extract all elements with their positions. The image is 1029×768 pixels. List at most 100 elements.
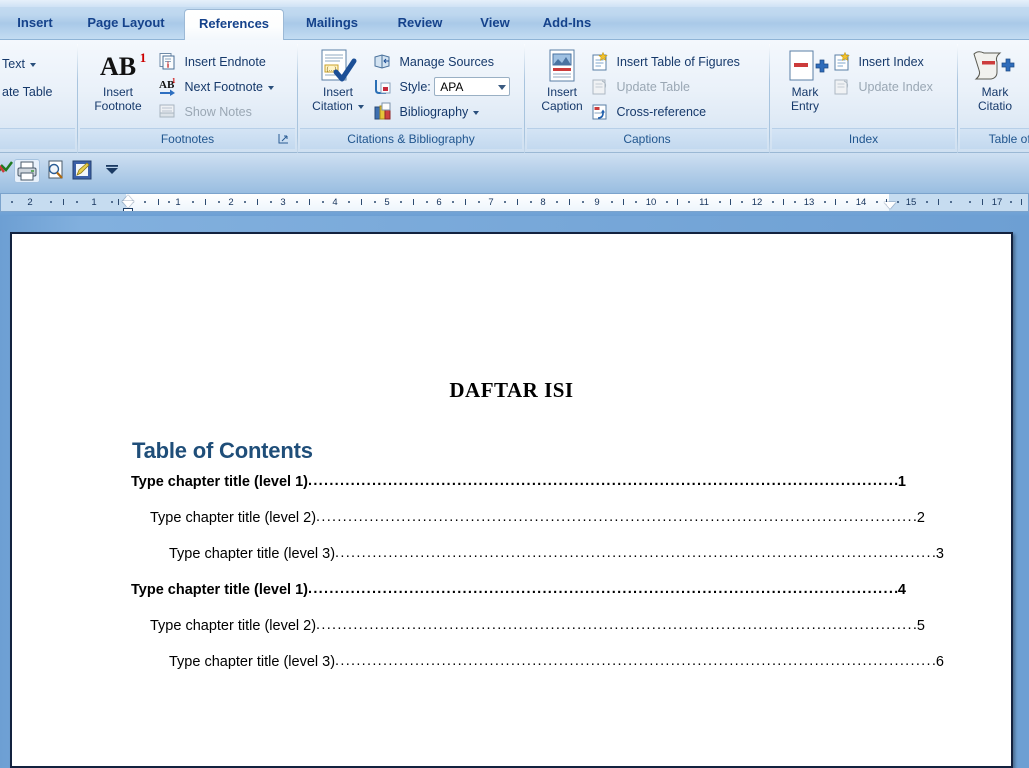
bibliography-label: Bibliography xyxy=(399,105,469,120)
print-preview-button[interactable] xyxy=(44,159,70,183)
tab-mailings-label: Mailings xyxy=(305,15,358,30)
toc-leader-dots: ........................................… xyxy=(308,581,898,597)
bibliography-icon xyxy=(373,102,392,121)
mark-entry-button[interactable]: Mark Entry xyxy=(772,46,838,113)
toc-entry-text: Type chapter title (level 3) xyxy=(169,546,336,562)
add-text-button[interactable]: Text xyxy=(2,52,36,77)
tab-page-layout[interactable]: Page Layout xyxy=(70,9,182,40)
ribbon: Text ate Table ents AB 1 xyxy=(0,40,1029,168)
bibliography-button[interactable]: Bibliography xyxy=(373,100,480,125)
tab-add-ins[interactable]: Add-Ins xyxy=(530,9,604,40)
cross-reference-button[interactable]: Cross-reference xyxy=(590,100,706,125)
toc-entry[interactable]: Type chapter title (level 1) ...........… xyxy=(131,473,906,490)
insert-caption-label-1: Insert xyxy=(546,85,577,99)
chevron-down-icon xyxy=(29,62,36,67)
update-table-toc-button[interactable]: ate Table xyxy=(2,80,53,105)
insert-footnote-button[interactable]: AB 1 Insert Footnote xyxy=(82,46,154,113)
tab-mailings[interactable]: Mailings xyxy=(288,9,376,40)
update-table-toc-label: ate Table xyxy=(2,85,53,100)
toc-entry[interactable]: Type chapter title (level 2) ...........… xyxy=(131,617,925,634)
update-index-label: Update Index xyxy=(858,80,933,95)
chevron-down-icon xyxy=(357,104,364,109)
tab-references-label: References xyxy=(198,16,270,31)
mark-citation-button[interactable]: Mark Citatio xyxy=(962,46,1028,113)
tab-add-ins-label: Add-Ins xyxy=(542,15,592,30)
insert-index-label: Insert Index xyxy=(858,55,924,70)
horizontal-ruler[interactable]: 2 1 1 2 3 4 5 6 7 8 9 10 11 12 13 14 15 … xyxy=(0,193,1029,212)
toc-entry-page: 2 xyxy=(916,510,925,526)
table-of-contents: Type chapter title (level 1) ...........… xyxy=(131,473,944,690)
show-notes-label: Show Notes xyxy=(184,105,252,120)
next-footnote-button[interactable]: AB 1 Next Footnote xyxy=(158,75,274,100)
citation-style-select[interactable]: APA xyxy=(434,77,511,97)
ribbon-group-table-of-authorities: Mark Citatio Table of A xyxy=(960,42,1029,150)
group-body: AB 1 Insert Footnote i Insert Endnote AB… xyxy=(80,42,295,128)
citation-style-row[interactable]: Style: APA xyxy=(373,75,511,100)
toc-entry-page: 3 xyxy=(935,546,944,562)
tab-review[interactable]: Review xyxy=(380,9,460,40)
group-label-captions: Captions xyxy=(527,128,767,149)
update-table-button[interactable]: Update Table xyxy=(590,75,690,100)
toc-leader-dots: ........................................… xyxy=(335,653,936,669)
toc-entry-page: 5 xyxy=(916,618,925,634)
mark-entry-icon xyxy=(772,48,838,84)
insert-citation-label-2: Citation xyxy=(298,99,378,113)
toc-entry[interactable]: Type chapter title (level 3) ...........… xyxy=(131,653,944,670)
chevron-down-icon[interactable] xyxy=(498,85,507,91)
group-separator xyxy=(769,44,770,168)
tab-review-label: Review xyxy=(397,15,443,30)
group-label-index: Index xyxy=(772,128,955,149)
toc-entry[interactable]: Type chapter title (level 1) ...........… xyxy=(131,581,906,598)
ribbon-group-citations-bibliography: (…) Insert Citation Manage Sources Style… xyxy=(300,42,522,150)
insert-caption-button[interactable]: Insert Caption xyxy=(527,46,597,113)
show-notes-icon xyxy=(158,102,177,121)
toc-heading: Table of Contents xyxy=(132,438,313,463)
chevron-down-icon xyxy=(473,110,480,115)
insert-citation-button[interactable]: (…) Insert Citation xyxy=(298,46,378,113)
toc-entry[interactable]: Type chapter title (level 3) ...........… xyxy=(131,545,944,562)
toc-entry-text: Type chapter title (level 2) xyxy=(150,618,317,634)
group-body: Mark Entry Insert Index Update Index xyxy=(772,42,955,128)
update-table-label: Update Table xyxy=(616,80,690,95)
manage-sources-button[interactable]: Manage Sources xyxy=(373,50,494,75)
toolbar-overflow-button[interactable] xyxy=(100,159,126,183)
show-notes-button[interactable]: Show Notes xyxy=(158,100,252,125)
cross-reference-label: Cross-reference xyxy=(616,105,707,120)
group-separator xyxy=(957,44,958,168)
toc-leader-dots: ........................................… xyxy=(335,545,936,561)
insert-table-of-figures-button[interactable]: Insert Table of Figures xyxy=(590,50,740,75)
left-indent-marker[interactable] xyxy=(123,208,133,211)
ribbon-group-footnotes: AB 1 Insert Footnote i Insert Endnote AB… xyxy=(80,42,295,150)
ribbon-tab-strip: Insert Page Layout References Mailings R… xyxy=(0,0,1029,40)
mark-entry-label-2: Entry xyxy=(790,99,819,113)
style-label: Style: xyxy=(399,80,431,95)
tab-view[interactable]: View xyxy=(462,9,528,40)
svg-text:1: 1 xyxy=(172,77,176,85)
hanging-indent-marker[interactable] xyxy=(122,201,134,208)
insert-caption-label-2: Caption xyxy=(541,99,583,113)
document-page[interactable]: DAFTAR ISI Table of Contents Type chapte… xyxy=(10,232,1013,768)
tab-references[interactable]: References xyxy=(184,9,284,40)
toc-leader-dots: ........................................… xyxy=(308,473,898,489)
toc-entry-text: Type chapter title (level 2) xyxy=(150,510,317,526)
footnotes-dialog-launcher[interactable] xyxy=(277,133,291,147)
insert-table-of-figures-label: Insert Table of Figures xyxy=(616,55,740,70)
svg-text:1: 1 xyxy=(140,50,147,65)
insert-index-button[interactable]: Insert Index xyxy=(832,50,924,75)
tab-insert-label: Insert xyxy=(17,15,53,30)
tab-insert[interactable]: Insert xyxy=(2,9,68,40)
tabstrip-highlight xyxy=(0,0,1029,7)
insert-footnote-label-2: Footnote xyxy=(94,99,142,113)
toc-entry[interactable]: Type chapter title (level 2) ...........… xyxy=(131,509,925,526)
svg-text:AB: AB xyxy=(100,52,136,81)
insert-endnote-button[interactable]: i Insert Endnote xyxy=(158,50,266,75)
cross-reference-icon xyxy=(590,102,609,121)
group-separator xyxy=(524,44,525,168)
update-index-button[interactable]: Update Index xyxy=(832,75,933,100)
right-indent-marker[interactable] xyxy=(884,202,896,209)
insert-footnote-icon: AB 1 xyxy=(82,48,154,84)
update-table-icon xyxy=(590,77,609,96)
print-button[interactable] xyxy=(14,159,40,183)
edit-document-button[interactable] xyxy=(70,159,96,183)
toc-entry-text: Type chapter title (level 1) xyxy=(131,474,309,490)
